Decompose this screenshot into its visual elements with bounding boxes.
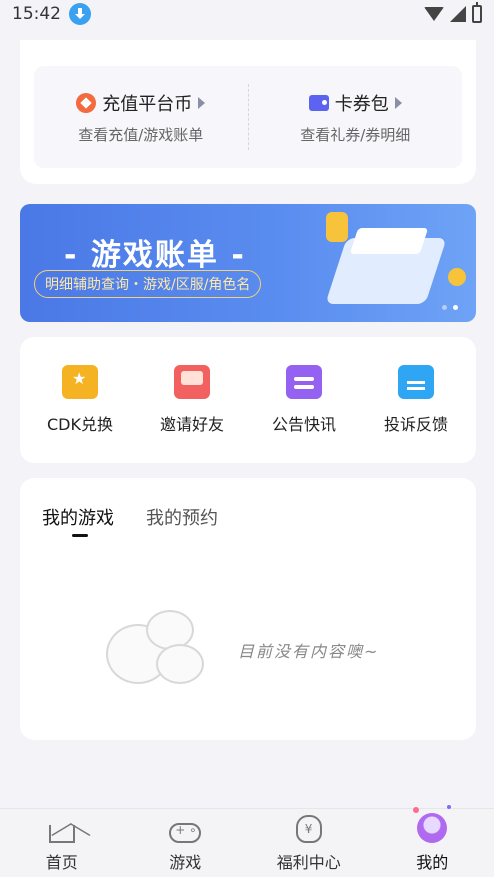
coin-icon <box>448 268 466 286</box>
cdk-exchange-button[interactable]: CDK兑换 <box>30 365 130 435</box>
nav-label: 游戏 <box>169 853 202 872</box>
cdk-ticket-icon <box>62 365 98 399</box>
nav-welfare-center[interactable]: 福利中心 <box>259 815 359 873</box>
battery-icon <box>472 2 482 23</box>
bottom-navigation: 首页 游戏 福利中心 我的 <box>0 805 494 877</box>
nav-label: 我的 <box>416 853 449 872</box>
phone-card <box>349 228 429 254</box>
tab-my-reservations[interactable]: 我的预约 <box>146 504 218 530</box>
wallet-card: 充值平台币 查看充值/游戏账单 卡券包 查看礼券/券明细 <box>20 40 476 184</box>
tools-grid: CDK兑换 邀请好友 公告快讯 投诉反馈 <box>20 337 476 463</box>
download-icon <box>69 3 91 25</box>
empty-state-illustration <box>106 610 216 686</box>
recharge-platform-coin-button[interactable]: 充值平台币 查看充值/游戏账单 <box>34 66 248 168</box>
recharge-title: 充值平台币 <box>102 93 193 115</box>
recharge-subtitle: 查看充值/游戏账单 <box>78 125 204 144</box>
coupon-title: 卡券包 <box>334 93 389 115</box>
my-games-card: 我的游戏 我的预约 目前没有内容噢~ <box>20 478 476 740</box>
status-time: 15:42 <box>12 4 61 24</box>
notice-news-button[interactable]: 公告快讯 <box>254 365 354 435</box>
banner-title: - 游戏账单 - <box>64 238 246 273</box>
nav-label: 首页 <box>45 853 78 872</box>
wifi-icon <box>424 7 444 21</box>
coupon-wallet-button[interactable]: 卡券包 查看礼券/券明细 <box>249 66 463 168</box>
tool-label: 公告快讯 <box>271 415 336 434</box>
signal-icon <box>450 6 466 22</box>
wallet-box: 充值平台币 查看充值/游戏账单 卡券包 查看礼券/券明细 <box>34 66 462 168</box>
tool-label: CDK兑换 <box>47 415 113 434</box>
phone-illustration <box>325 212 466 314</box>
carousel-dot-2[interactable] <box>453 305 458 310</box>
tool-label: 投诉反馈 <box>383 415 448 434</box>
report-document-icon <box>398 365 434 399</box>
carousel-dot-1[interactable] <box>442 305 447 310</box>
coupon-subtitle: 查看礼券/券明细 <box>300 125 411 144</box>
nav-home[interactable]: 首页 <box>12 815 112 873</box>
empty-state-text: 目前没有内容噢~ <box>238 642 380 661</box>
coin-stack-icon <box>326 212 348 242</box>
nav-mine[interactable]: 我的 <box>382 805 482 873</box>
notice-icon <box>286 365 322 399</box>
money-bag-icon <box>295 815 322 843</box>
tab-my-games[interactable]: 我的游戏 <box>42 504 114 537</box>
profile-avatar-icon <box>413 805 452 843</box>
nav-label: 福利中心 <box>276 853 341 872</box>
nav-games[interactable]: 游戏 <box>135 815 235 873</box>
game-bill-banner[interactable]: - 游戏账单 - 明细辅助查询・游戏/区服/角色名 <box>20 204 476 322</box>
chevron-right-icon <box>394 96 402 109</box>
status-bar: 15:42 <box>0 0 494 28</box>
invite-envelope-icon <box>174 365 210 399</box>
invite-friends-button[interactable]: 邀请好友 <box>142 365 242 435</box>
chevron-right-icon <box>198 96 206 109</box>
banner-subtitle: 明细辅助查询・游戏/区服/角色名 <box>34 270 262 298</box>
tool-label: 邀请好友 <box>159 415 224 434</box>
my-games-tabs: 我的游戏 我的预约 <box>42 504 218 537</box>
gamepad-icon <box>169 823 202 843</box>
carousel-indicator <box>442 305 458 310</box>
home-icon <box>48 825 75 843</box>
platform-coin-icon <box>76 92 97 113</box>
coupon-wallet-icon <box>308 94 329 111</box>
complaint-feedback-button[interactable]: 投诉反馈 <box>366 365 466 435</box>
empty-blob-bottom <box>156 644 204 684</box>
